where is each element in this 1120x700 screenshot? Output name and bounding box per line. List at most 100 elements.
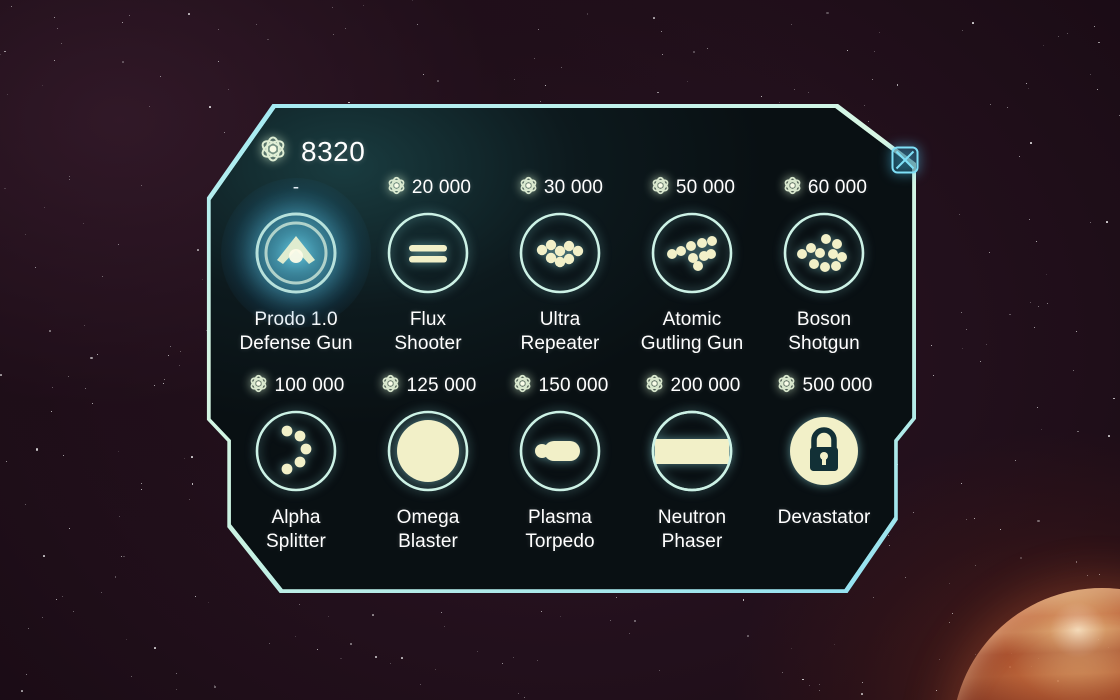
star [873, 50, 875, 52]
spread-dots-icon [783, 212, 865, 294]
scatter-dots-icon [651, 212, 733, 294]
star [170, 346, 172, 348]
star [657, 91, 659, 94]
star [188, 13, 190, 15]
star [35, 266, 37, 268]
star [114, 576, 117, 578]
star [332, 6, 334, 8]
star [90, 356, 93, 359]
star [56, 28, 58, 30]
star [0, 374, 2, 376]
close-button[interactable] [890, 145, 920, 175]
weapon-price: 30 000 [517, 176, 603, 200]
star [36, 448, 39, 451]
weapon-name: Neutron Phaser [658, 506, 726, 554]
star [1015, 459, 1017, 461]
weapon-icon-slot[interactable] [517, 408, 603, 494]
star [101, 276, 103, 278]
weapon-name-line1: Plasma [528, 507, 592, 528]
weapon-name-line2: Gutling Gun [640, 333, 744, 354]
star [1037, 306, 1039, 308]
star [818, 683, 820, 685]
star [148, 105, 150, 107]
star [1073, 369, 1075, 371]
weapon-price-value: 20 000 [411, 177, 472, 198]
star [73, 611, 75, 613]
star [416, 24, 418, 26]
weapon-price-value: 50 000 [675, 177, 736, 198]
star [965, 519, 967, 521]
weapon-shop-panel: 8320 - Prodo 1.0 Defense Gun 20 000 Flux S… [196, 104, 924, 596]
star [188, 499, 190, 501]
star [61, 595, 64, 598]
star [502, 662, 504, 664]
weapon-price: 100 000 [247, 374, 344, 398]
star [878, 32, 880, 34]
atom-icon [649, 174, 672, 202]
star [333, 34, 335, 36]
filled-circle-icon [387, 410, 469, 492]
weapon-icon-slot[interactable] [517, 210, 603, 296]
weapon-name: Prodo 1.0 Defense Gun [239, 308, 352, 356]
star [1075, 561, 1078, 563]
star [91, 402, 93, 404]
star [861, 693, 863, 695]
weapon-item[interactable]: - Prodo 1.0 Defense Gun [221, 176, 371, 374]
weapon-item[interactable]: 50 000 Atomic Gutling Gun [626, 176, 758, 374]
star [660, 30, 662, 32]
star [56, 598, 58, 600]
star [949, 622, 951, 624]
star [41, 617, 43, 619]
weapon-icon-slot[interactable] [649, 408, 735, 494]
weapon-item[interactable]: 125 000 Omega Blaster [362, 374, 494, 572]
star [83, 222, 85, 224]
weapon-item[interactable]: 200 000 Neutron Phaser [626, 374, 758, 572]
weapon-icon-slot[interactable] [385, 210, 471, 296]
star [761, 96, 763, 98]
weapon-icon-slot[interactable] [781, 210, 867, 296]
atom-icon [379, 372, 402, 400]
planet-decoration [952, 588, 1120, 700]
star [1077, 430, 1079, 433]
weapon-name-line2: Blaster [398, 531, 458, 552]
star [67, 375, 69, 377]
star [154, 385, 156, 387]
star [1028, 219, 1030, 221]
weapon-item[interactable]: 500 000 Devastator [758, 374, 890, 572]
star [990, 103, 992, 105]
star [179, 351, 181, 353]
star [51, 386, 54, 389]
star [633, 620, 637, 623]
star [1098, 41, 1100, 44]
star [69, 178, 71, 180]
weapon-item[interactable]: 100 000 Alpha Splitter [230, 374, 362, 572]
capsule-icon [519, 410, 601, 492]
weapon-icon-slot[interactable] [649, 210, 735, 296]
weapon-name-line2: Phaser [661, 531, 723, 552]
weapon-name: Omega Blaster [397, 506, 460, 554]
star [25, 673, 27, 675]
weapon-icon-slot[interactable] [781, 408, 867, 494]
weapon-item[interactable]: 60 000 Boson Shotgun [758, 176, 890, 374]
star [176, 688, 178, 690]
weapon-name-line2: Shooter [394, 333, 462, 354]
star [183, 457, 185, 459]
star [122, 22, 124, 24]
atom-icon [256, 132, 290, 171]
weapon-item[interactable]: 30 000 Ultra Repeater [494, 176, 626, 374]
weapon-icon-slot[interactable] [385, 408, 471, 494]
star [5, 460, 7, 462]
weapon-icon-slot[interactable] [221, 178, 371, 328]
star [476, 651, 478, 653]
star [794, 88, 796, 90]
star [423, 73, 425, 75]
star [861, 682, 863, 684]
star [437, 80, 439, 82]
star [163, 379, 165, 381]
star [49, 330, 51, 332]
weapon-item[interactable]: 150 000 Plasma Torpedo [494, 374, 626, 572]
weapon-name-line1: Ultra [539, 309, 581, 330]
atom-icon [511, 372, 534, 400]
weapon-item[interactable]: 20 000 Flux Shooter [362, 176, 494, 374]
weapon-icon-slot[interactable] [253, 408, 339, 494]
